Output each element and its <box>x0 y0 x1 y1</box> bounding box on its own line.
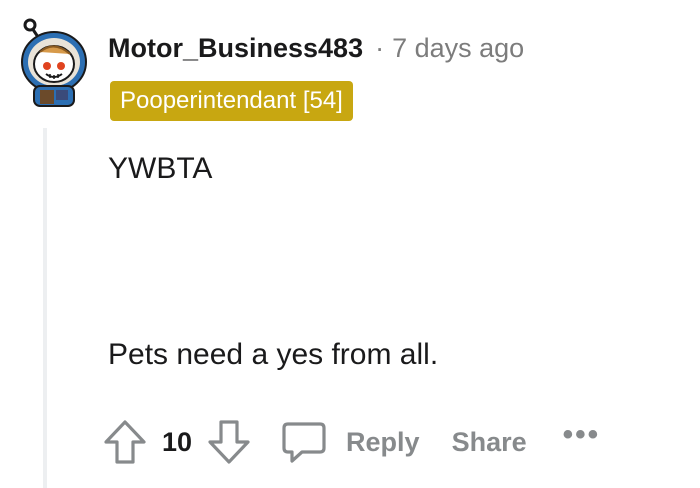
meta-separator: · <box>375 32 385 63</box>
share-button[interactable]: Share <box>452 427 527 458</box>
avatar[interactable] <box>10 12 90 108</box>
reply-label: Reply <box>346 426 420 457</box>
snoo-avatar-icon <box>21 18 87 107</box>
comment-body-line: YWBTA <box>108 152 213 185</box>
vote-score: 10 <box>162 426 193 457</box>
arrow-down-icon <box>208 420 250 464</box>
more-options-button[interactable]: ••• <box>563 418 601 452</box>
user-flair: Pooperintendant [54] <box>110 81 353 121</box>
thread-line[interactable] <box>43 128 47 488</box>
comment-meta: Motor_Business483 · 7 days ago <box>108 28 524 68</box>
speech-bubble-icon <box>282 422 326 463</box>
comment-actions: 10 Reply Share ••• <box>102 414 600 470</box>
arrow-up-icon <box>104 420 146 464</box>
username-link[interactable]: Motor_Business483 <box>108 33 363 64</box>
reply-button[interactable]: Reply <box>280 419 420 465</box>
timestamp[interactable]: 7 days ago <box>392 33 524 64</box>
comment-body-line: Pets need a yes from all. <box>108 338 439 371</box>
upvote-button[interactable] <box>102 418 148 466</box>
downvote-button[interactable] <box>206 418 252 466</box>
